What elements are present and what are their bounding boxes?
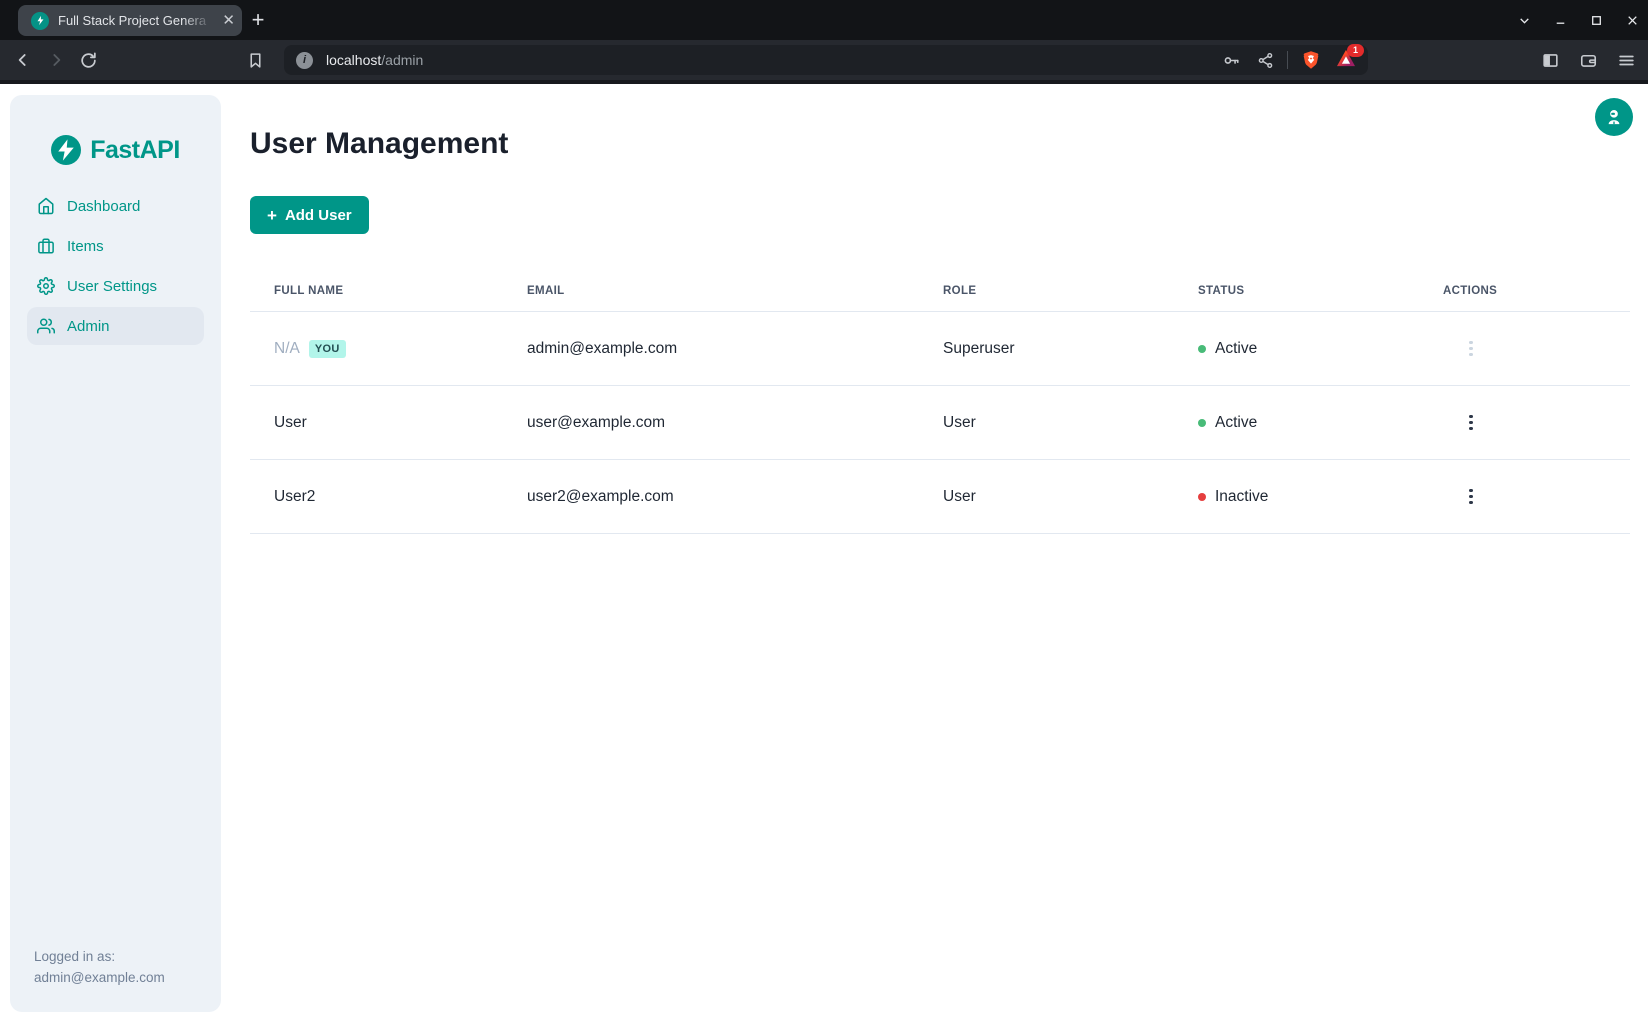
window-controls	[1516, 0, 1640, 40]
cell-email: user2@example.com	[503, 488, 919, 506]
page-title: User Management	[250, 84, 1630, 161]
cell-role: Superuser	[919, 340, 1174, 358]
password-key-icon[interactable]	[1222, 51, 1241, 70]
table-row: User2 user2@example.com User Inactive	[250, 460, 1630, 534]
add-user-label: Add User	[285, 207, 352, 224]
sidebar-nav: Dashboard Items User Settings Admin	[10, 187, 221, 345]
cell-actions	[1419, 409, 1630, 437]
row-actions-menu-icon[interactable]	[1463, 335, 1479, 363]
you-badge: YOU	[309, 340, 346, 358]
fastapi-favicon-icon	[31, 12, 49, 30]
sidebar-item-admin[interactable]: Admin	[27, 307, 204, 345]
home-icon	[37, 197, 55, 215]
url-host: localhost	[326, 52, 381, 68]
status-value: Inactive	[1215, 488, 1268, 506]
status-value: Active	[1215, 414, 1257, 432]
cell-full-name: User2	[250, 488, 503, 506]
rewards-notification-badge: 1	[1347, 44, 1364, 57]
cell-full-name: User	[250, 414, 503, 432]
cell-email: admin@example.com	[503, 340, 919, 358]
table-row: N/A YOU admin@example.com Superuser Acti…	[250, 312, 1630, 386]
minimize-button[interactable]	[1552, 12, 1568, 28]
maximize-button[interactable]	[1588, 12, 1604, 28]
users-table: FULL NAME EMAIL ROLE STATUS ACTIONS N/A …	[250, 270, 1630, 534]
status-dot-icon	[1198, 345, 1206, 353]
toolbar-right-icons	[1538, 48, 1638, 72]
page-content: FastAPI Dashboard Items User Settings Ad…	[0, 84, 1648, 1025]
main-content: User Management + Add User FULL NAME EMA…	[250, 84, 1630, 161]
briefcase-icon	[37, 237, 55, 255]
cell-role: User	[919, 414, 1174, 432]
address-bar[interactable]: i localhost/admin 1	[284, 45, 1368, 75]
logged-in-as: Logged in as: admin@example.com	[34, 946, 165, 988]
side-panel-icon[interactable]	[1538, 48, 1562, 72]
sidebar-item-items[interactable]: Items	[27, 227, 204, 265]
forward-button[interactable]	[44, 48, 68, 72]
logo-text: FastAPI	[90, 136, 180, 165]
status-value: Active	[1215, 340, 1257, 358]
cell-status: Active	[1174, 414, 1419, 432]
cell-status: Active	[1174, 340, 1419, 358]
col-header-email: EMAIL	[503, 285, 919, 297]
row-actions-menu-icon[interactable]	[1463, 483, 1479, 511]
brave-wallet-icon[interactable]	[1576, 48, 1600, 72]
close-window-button[interactable]	[1624, 12, 1640, 28]
browser-tab[interactable]: Full Stack Project Genera ✕	[18, 5, 242, 36]
site-info-icon[interactable]: i	[296, 52, 313, 69]
logged-in-email: admin@example.com	[34, 967, 165, 988]
url-path: /admin	[381, 52, 423, 68]
sidebar: FastAPI Dashboard Items User Settings Ad…	[10, 95, 221, 1012]
col-header-role: ROLE	[919, 285, 1174, 297]
add-user-button[interactable]: + Add User	[250, 196, 369, 234]
reload-button[interactable]	[76, 48, 100, 72]
share-icon[interactable]	[1257, 52, 1274, 69]
cell-status: Inactive	[1174, 488, 1419, 506]
cell-email: user@example.com	[503, 414, 919, 432]
full-name-value: N/A	[274, 340, 300, 358]
cell-actions	[1419, 483, 1630, 511]
fastapi-logo: FastAPI	[10, 95, 221, 165]
sidebar-item-dashboard[interactable]: Dashboard	[27, 187, 204, 225]
sidebar-item-label: User Settings	[67, 278, 157, 295]
status-dot-icon	[1198, 419, 1206, 427]
menu-hamburger-icon[interactable]	[1614, 48, 1638, 72]
table-header-row: FULL NAME EMAIL ROLE STATUS ACTIONS	[250, 270, 1630, 312]
brave-rewards-button[interactable]: 1	[1336, 49, 1356, 72]
users-icon	[37, 317, 55, 335]
cell-role: User	[919, 488, 1174, 506]
cell-full-name: N/A YOU	[250, 340, 503, 358]
bookmark-icon[interactable]	[243, 48, 267, 72]
row-actions-menu-icon[interactable]	[1463, 409, 1479, 437]
fastapi-bolt-icon	[51, 135, 81, 165]
tab-close-icon[interactable]: ✕	[222, 13, 235, 28]
sidebar-item-label: Admin	[67, 318, 110, 335]
sidebar-item-user-settings[interactable]: User Settings	[27, 267, 204, 305]
url-text[interactable]: localhost/admin	[326, 52, 423, 68]
col-header-actions: ACTIONS	[1419, 285, 1630, 297]
cell-actions	[1419, 335, 1630, 363]
col-header-full-name: FULL NAME	[250, 285, 503, 297]
logged-in-label: Logged in as:	[34, 946, 165, 967]
plus-icon: +	[267, 207, 277, 224]
browser-toolbar: i localhost/admin 1	[0, 40, 1648, 80]
omnibox-divider	[1287, 51, 1288, 69]
tab-search-chevron-icon[interactable]	[1516, 12, 1532, 28]
tab-title: Full Stack Project Genera	[58, 13, 218, 28]
back-button[interactable]	[11, 48, 35, 72]
col-header-status: STATUS	[1174, 285, 1419, 297]
new-tab-button[interactable]: +	[245, 7, 271, 33]
tab-strip: Full Stack Project Genera ✕ +	[0, 0, 1648, 40]
sidebar-item-label: Items	[67, 238, 104, 255]
sidebar-item-label: Dashboard	[67, 198, 140, 215]
status-dot-icon	[1198, 493, 1206, 501]
gear-icon	[37, 277, 55, 295]
brave-shield-icon[interactable]	[1301, 50, 1321, 70]
table-row: User user@example.com User Active	[250, 386, 1630, 460]
